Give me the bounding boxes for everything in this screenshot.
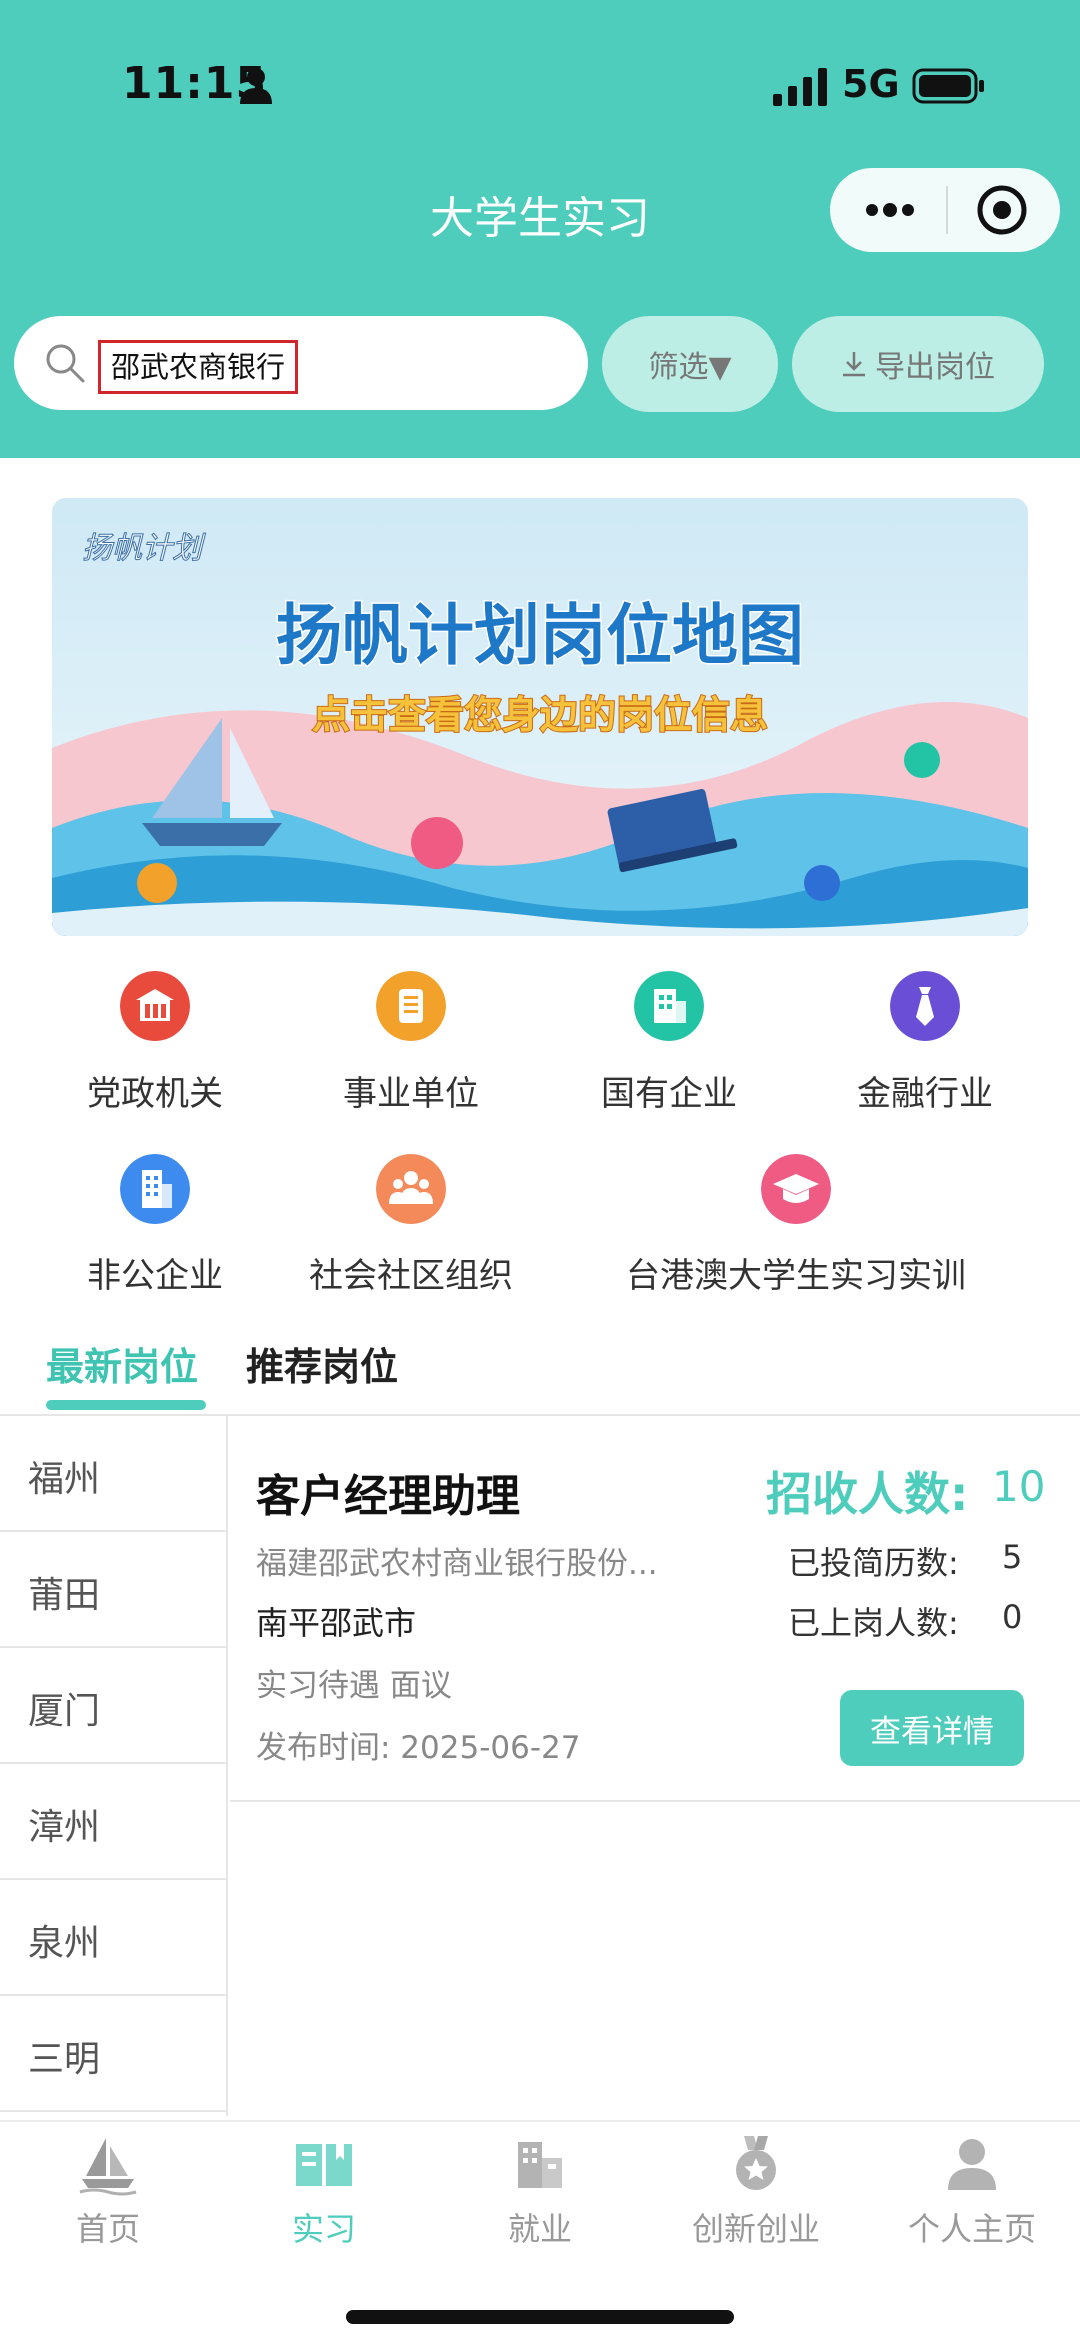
city-label: 三明	[28, 2039, 101, 2080]
city-item[interactable]: 漳州	[0, 1764, 226, 1880]
graduation-cap-icon	[761, 1154, 831, 1224]
city-item[interactable]: 三明	[0, 1996, 226, 2112]
document-list-icon	[376, 971, 446, 1041]
view-details-button[interactable]: 查看详情	[840, 1690, 1024, 1766]
network-type: 5G	[842, 62, 900, 106]
category-label: 国有企业	[601, 1074, 737, 1114]
onboard-label: 已上岗人数:	[788, 1604, 959, 1642]
community-people-icon	[376, 1154, 446, 1224]
category-label: 非公企业	[87, 1256, 223, 1296]
city-label: 厦门	[28, 1691, 101, 1732]
nav-employment[interactable]: 就业	[432, 2132, 648, 2248]
city-label: 泉州	[28, 1923, 101, 1964]
banner-logo-text: 扬帆计划	[82, 531, 206, 566]
necktie-icon	[890, 971, 960, 1041]
category-label: 台港澳大学生实习实训	[626, 1256, 966, 1296]
onboard-value: 0	[1002, 1598, 1023, 1636]
open-book-icon	[296, 2144, 352, 2186]
capsule-divider	[946, 186, 948, 234]
city-list: 福州 莆田 厦门 漳州 泉州 三明	[0, 1416, 228, 2116]
nav-label: 个人主页	[907, 2210, 1036, 2248]
nav-innovation[interactable]: 创新创业	[648, 2132, 864, 2248]
signal-icon	[773, 68, 827, 106]
category-label: 社会社区组织	[309, 1256, 513, 1296]
applications-label: 已投简历数:	[788, 1544, 959, 1582]
close-target-icon[interactable]	[975, 183, 1029, 237]
person-status-icon	[240, 68, 272, 104]
nav-profile[interactable]: 个人主页	[864, 2132, 1080, 2248]
banner-title: 扬帆计划岗位地图	[276, 596, 804, 674]
category-label: 事业单位	[343, 1074, 479, 1114]
nav-label: 就业	[507, 2210, 572, 2248]
job-company: 福建邵武农村商业银行股份...	[256, 1546, 658, 1582]
job-title[interactable]: 客户经理助理	[256, 1460, 520, 1524]
city-label: 莆田	[28, 1575, 101, 1616]
medal-icon	[736, 2136, 776, 2190]
job-location: 南平邵武市	[256, 1604, 417, 1642]
job-map-banner[interactable]: 扬帆计划 扬帆计划岗位地图 点击查看您身边的岗位信息	[52, 498, 1028, 936]
tab-latest-jobs[interactable]: 最新岗位	[46, 1336, 198, 1391]
buildings-icon	[518, 2142, 562, 2188]
export-label: 导出岗位	[875, 350, 995, 385]
user-icon	[948, 2139, 996, 2190]
city-item[interactable]: 厦门	[0, 1648, 226, 1764]
nav-label: 首页	[75, 2210, 140, 2248]
nav-internship[interactable]: 实习	[216, 2132, 432, 2248]
category-label: 党政机关	[87, 1074, 223, 1114]
tab-recommended-jobs[interactable]: 推荐岗位	[246, 1336, 398, 1391]
city-label: 漳州	[28, 1807, 101, 1848]
nav-label: 实习	[291, 2210, 356, 2248]
filter-button[interactable]: 筛选▼	[602, 316, 778, 412]
nav-home[interactable]: 首页	[0, 2132, 216, 2248]
city-item[interactable]: 福州	[0, 1416, 226, 1532]
job-salary: 实习待遇 面议	[256, 1668, 452, 1704]
category-label: 金融行业	[857, 1074, 993, 1114]
city-label: 福州	[28, 1459, 101, 1500]
job-quota-value: 10	[992, 1462, 1046, 1511]
job-publish-date: 发布时间: 2025-06-27	[256, 1730, 581, 1766]
government-building-icon	[120, 971, 190, 1041]
banner-subtitle: 点击查看您身边的岗位信息	[312, 693, 768, 737]
job-divider	[230, 1800, 1080, 1802]
city-item[interactable]: 莆田	[0, 1532, 226, 1648]
office-building-icon	[634, 971, 704, 1041]
nav-label: 创新创业	[691, 2210, 820, 2248]
city-item[interactable]: 泉州	[0, 1880, 226, 1996]
banner-illustration: 扬帆计划 扬帆计划岗位地图 点击查看您身边的岗位信息	[52, 498, 1028, 936]
battery-icon	[912, 68, 984, 104]
export-jobs-button[interactable]: 导出岗位	[792, 316, 1044, 412]
search-icon	[46, 344, 85, 383]
more-icon[interactable]	[862, 190, 918, 230]
filter-label: 筛选▼	[648, 350, 732, 385]
sailboat-icon	[79, 2138, 137, 2196]
active-tab-indicator	[46, 1400, 206, 1410]
job-quota-label: 招收人数:	[766, 1467, 969, 1521]
home-indicator[interactable]	[346, 2310, 734, 2324]
search-input[interactable]: 邵武农商银行	[98, 340, 299, 394]
applications-value: 5	[1002, 1538, 1023, 1576]
download-icon	[843, 352, 865, 377]
tower-building-icon	[120, 1154, 190, 1224]
